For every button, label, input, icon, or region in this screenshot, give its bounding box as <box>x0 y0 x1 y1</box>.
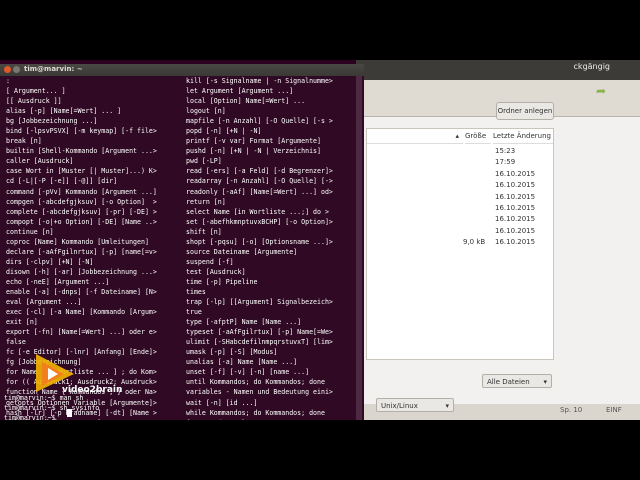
help-line: times <box>186 287 206 296</box>
prompt-line: tim@marvin:~$ sh sysinfo <box>4 404 100 413</box>
help-line: trap [-lp] [[Argument] Signalbezeich> <box>186 298 333 307</box>
help-line: let Argument [Argument ...] <box>186 87 294 96</box>
help-line: shopt [-pqsu] [-o] [Optionsname ...]> <box>186 237 333 246</box>
help-line: unalias [-a] Name [Name ...] <box>186 358 298 367</box>
redo-arrow-icon[interactable]: ➦ <box>596 84 606 98</box>
help-line: test [Ausdruck] <box>186 267 246 276</box>
minimize-icon[interactable] <box>13 66 20 73</box>
prompt-line: tim@marvin:~$ man sh <box>4 394 84 402</box>
help-line: logout [n] <box>186 107 226 116</box>
help-line: umask [-p] [-S] [Modus] <box>186 348 278 357</box>
help-line: true <box>186 308 202 317</box>
help-line: printf [-v var] Format [Argumente] <box>186 137 321 146</box>
help-line: readonly [-aAf] [Name[=Wert] ...] od> <box>186 187 333 196</box>
help-line: time [-p] Pipeline <box>186 277 258 286</box>
help-line: select Name [in Wortliste ...;] do > <box>186 207 329 216</box>
undo-label[interactable]: ckgängig <box>574 62 610 71</box>
brand-name: video2brain <box>62 385 123 395</box>
terminal-titlebar[interactable]: tim@marvin: ~ <box>0 64 364 76</box>
help-line: typeset [-aAfFgilrtux] [-p] Name[=We> <box>186 328 333 337</box>
help-line: popd [-n] [+N | -N] <box>186 127 262 136</box>
terminal-cursor <box>67 409 72 417</box>
help-line: set [-abefhkmnptuvxBCHP] [-o Option]> <box>186 217 333 226</box>
prompt-area[interactable]: tim@marvin:~$ man sh tim@marvin:~$ sh sys… <box>4 393 364 423</box>
status-insert-mode: EINF <box>606 406 622 414</box>
terminal-scrollbar[interactable] <box>356 76 362 420</box>
help-line: readarray [-n Anzahl] [-O Quelle] [-> <box>186 177 333 186</box>
help-line: kill [-s Signalname | -n Signalnumme> <box>186 77 333 85</box>
help-line: shift [n] <box>186 227 222 236</box>
help-line: type [-afptP] Name [Name ...] <box>186 318 302 327</box>
help-line: local [Option] Name[=Wert] ... <box>186 97 306 106</box>
terminal-title: tim@marvin: ~ <box>24 65 83 73</box>
help-line: ulimit [-SHabcdefilnmpqrstuvxT] [lim> <box>186 338 333 347</box>
help-line: mapfile [-n Anzahl] [-O Quelle] [-s > <box>186 117 333 126</box>
help-line: pwd [-LP] <box>186 157 222 166</box>
video-letterbox-top <box>0 0 640 60</box>
help-line: suspend [-f] <box>186 257 234 266</box>
help-line: return [n] <box>186 197 226 206</box>
help-line: pushd [-n] [+N | -N | Verzeichnis] <box>186 147 321 156</box>
help-line: until Kommandos; do Kommandos; done <box>186 378 325 387</box>
help-line: unset [-f] [-v] [-n] [name ...] <box>186 368 310 377</box>
help-line: source Dateiname [Argumente] <box>186 247 298 256</box>
help-line: read [-ers] [-a Feld] [-d Begrenzer]> <box>186 167 333 176</box>
help-right-column: kill [-s Signalname | -n Signalnumme> let… <box>186 76 546 428</box>
video-letterbox-bottom <box>0 420 640 480</box>
status-column: Sp. 10 <box>560 406 583 414</box>
close-icon[interactable] <box>4 66 11 73</box>
